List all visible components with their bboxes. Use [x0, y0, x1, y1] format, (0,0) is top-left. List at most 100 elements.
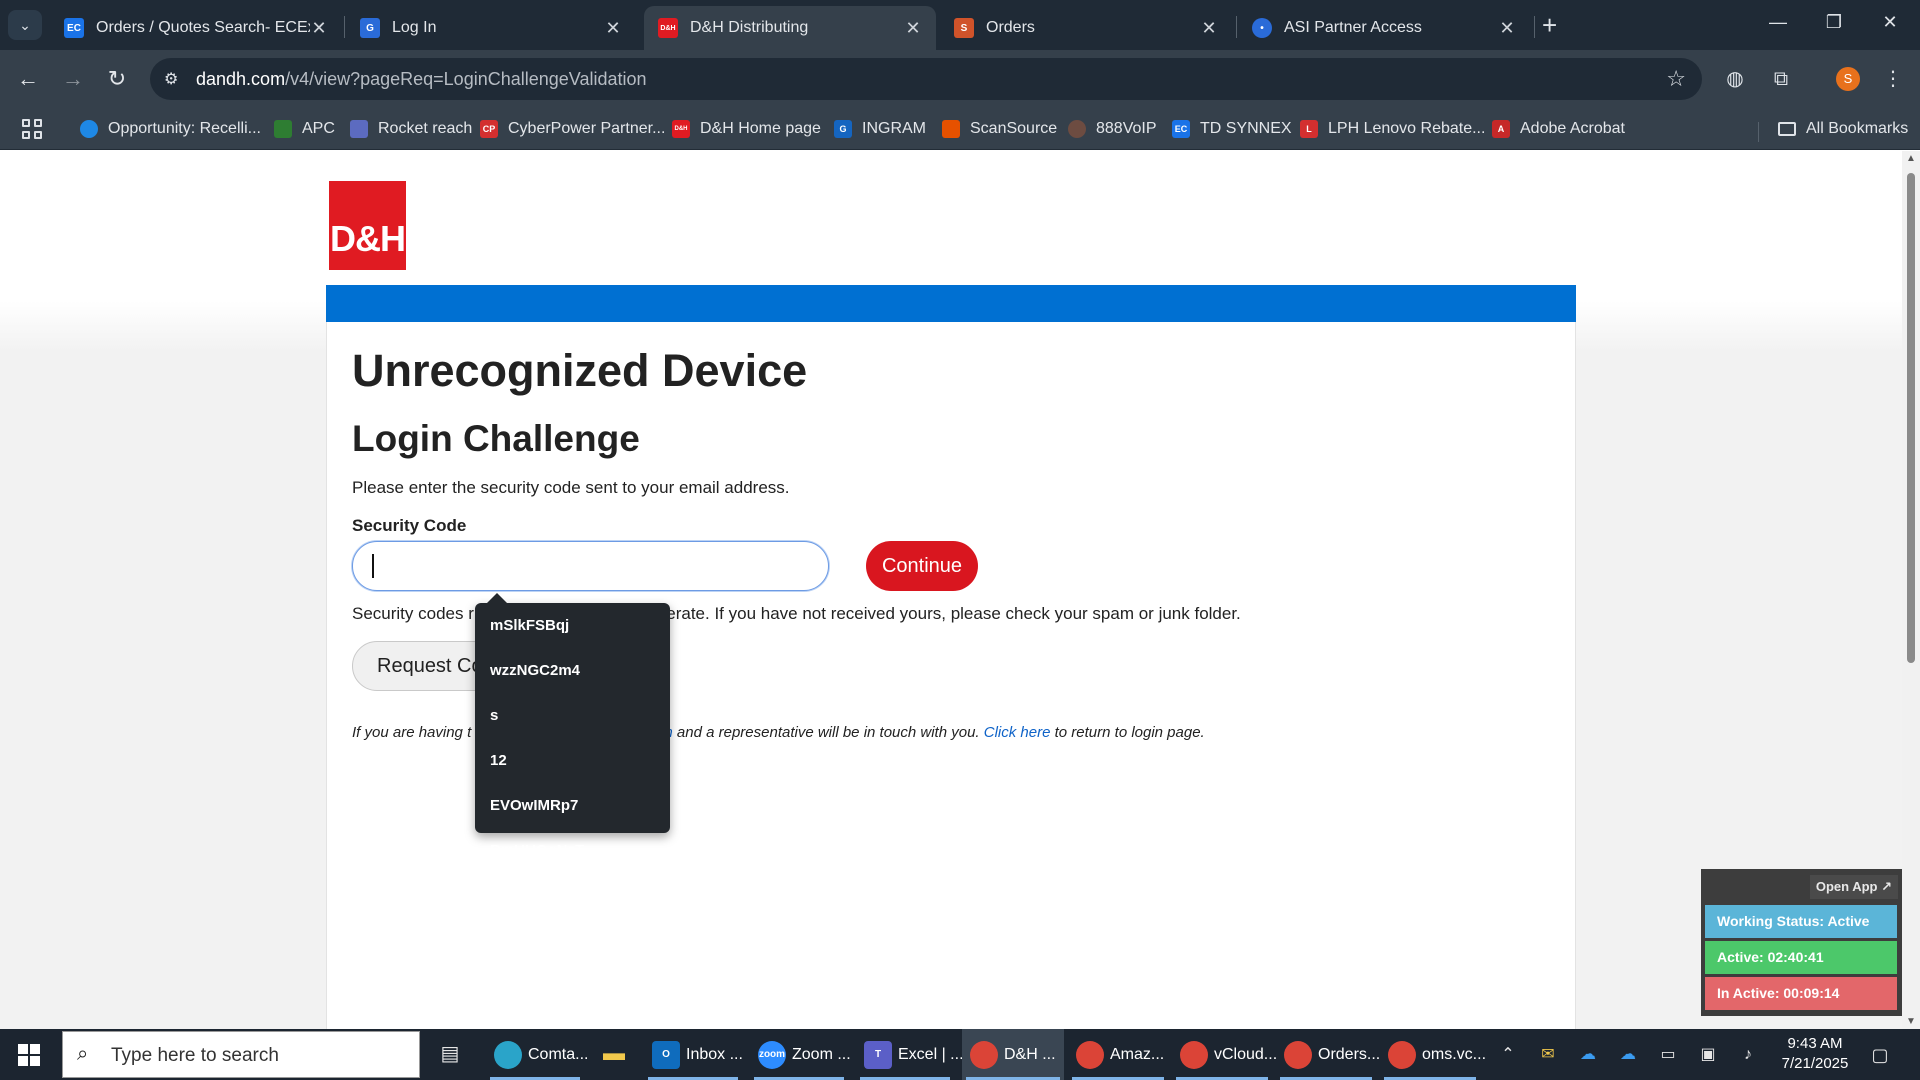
bookmark-td-synnex[interactable]: EC TD SYNNEX	[1172, 118, 1292, 140]
close-icon[interactable]: ✕	[1200, 18, 1218, 39]
tab-favicon: S	[954, 18, 974, 38]
taskbar-app-amazon[interactable]: Amaz...	[1068, 1029, 1168, 1080]
taskbar-app-comta[interactable]: Comta...	[486, 1029, 588, 1080]
taskbar-app-zoom[interactable]: zoom Zoom ...	[750, 1029, 851, 1080]
forward-arrow-icon[interactable]: →	[58, 64, 88, 94]
dh-icon: D&H	[672, 120, 690, 138]
taskbar-app-label: Amaz...	[1110, 1045, 1165, 1063]
cyberpower-icon: CP	[480, 120, 498, 138]
bookmark-lph-lenovo[interactable]: L LPH Lenovo Rebate...	[1300, 118, 1485, 140]
ingram-icon: G	[834, 120, 852, 138]
tab-orders-quotes[interactable]: EC Orders / Quotes Search- ECExp ✕	[50, 6, 342, 50]
taskbar-app-orders[interactable]: Orders...	[1276, 1029, 1380, 1080]
bookmark-ingram[interactable]: G INGRAM	[834, 118, 926, 140]
bookmark-dh-home[interactable]: D&H D&H Home page	[672, 118, 821, 140]
bookmark-star-icon[interactable]: ☆	[1666, 66, 1686, 92]
taskbar-app-dh[interactable]: D&H ...	[962, 1029, 1064, 1080]
close-icon[interactable]: ✕	[604, 18, 622, 39]
chevron-up-icon[interactable]: ⌃	[1496, 1043, 1520, 1067]
tab-separator	[1534, 16, 1535, 38]
taskbar-app-vcloud[interactable]: vCloud...	[1172, 1029, 1277, 1080]
bookmark-888voip[interactable]: 888VoIP	[1068, 118, 1157, 140]
scroll-up-arrow-icon[interactable]: ▲	[1906, 153, 1916, 164]
help-middle: and a representative will be in touch wi…	[672, 724, 984, 741]
voip-icon	[1068, 120, 1086, 138]
autocomplete-option[interactable]: 12	[475, 746, 670, 791]
all-bookmarks[interactable]: All Bookmarks	[1778, 118, 1908, 140]
scansource-icon	[942, 120, 960, 138]
clock-time: 9:43 AM	[1787, 1035, 1843, 1052]
notification-center-icon[interactable]: ▢	[1868, 1043, 1892, 1067]
scroll-down-arrow-icon[interactable]: ▼	[1906, 1016, 1916, 1027]
minimize-icon[interactable]: —	[1758, 12, 1798, 33]
taskbar-app-label: Zoom ...	[792, 1045, 851, 1063]
mail-icon[interactable]: ✉	[1536, 1043, 1560, 1067]
bookmark-scansource[interactable]: ScanSource	[942, 118, 1057, 140]
close-icon[interactable]: ✕	[1498, 18, 1516, 39]
taskbar-app-label: Orders...	[1318, 1045, 1381, 1063]
help-prefix: If you are having t	[352, 724, 472, 741]
taskbar-clock[interactable]: 9:43 AM 7/21/2025	[1770, 1034, 1860, 1074]
bookmark-opportunity[interactable]: Opportunity: Recelli...	[80, 118, 261, 140]
bookmark-rocket-reach[interactable]: Rocket reach	[350, 118, 472, 140]
bookmark-cyberpower[interactable]: CP CyberPower Partner...	[480, 118, 665, 140]
globe-icon[interactable]: ◍	[1722, 66, 1748, 92]
time-tracker-widget: Open App ↗ Working Status: Active Active…	[1701, 869, 1902, 1016]
tab-separator	[1236, 16, 1237, 38]
taskbar-search[interactable]: ⌕ Type here to search	[62, 1031, 420, 1078]
chrome-icon	[1284, 1040, 1312, 1069]
tab-asi-partner-access[interactable]: • ASI Partner Access ✕	[1238, 6, 1530, 50]
page-scrollbar[interactable]: ▲ ▼	[1902, 151, 1920, 1029]
tab-dh-distributing[interactable]: D&H D&H Distributing ✕	[644, 6, 936, 50]
security-code-input[interactable]	[352, 541, 829, 591]
tab-favicon: G	[360, 18, 380, 38]
close-icon[interactable]: ✕	[310, 18, 328, 39]
tab-search-button[interactable]: ⌄	[8, 10, 42, 40]
volume-icon[interactable]: ♪	[1736, 1043, 1760, 1067]
taskbar-app-label: Excel | ...	[898, 1045, 964, 1063]
address-bar[interactable]: ⚙ dandh.com/v4/view?pageReq=LoginChallen…	[150, 58, 1702, 100]
taskbar-app-label: vCloud...	[1214, 1045, 1278, 1063]
close-icon[interactable]: ✕	[904, 18, 922, 39]
apps-grid-icon[interactable]	[20, 117, 44, 141]
battery-icon[interactable]: ▭	[1656, 1043, 1680, 1067]
dh-logo[interactable]: D&H	[329, 181, 406, 270]
window-close-icon[interactable]: ✕	[1870, 12, 1910, 33]
file-explorer-icon[interactable]: ▬	[602, 1041, 626, 1065]
bookmark-apc[interactable]: APC	[274, 118, 335, 140]
site-info-icon[interactable]: ⚙	[164, 69, 184, 89]
clock-date: 7/21/2025	[1781, 1055, 1849, 1072]
chrome-icon	[1388, 1040, 1416, 1069]
reload-icon[interactable]: ↻	[102, 64, 132, 94]
continue-button[interactable]: Continue	[866, 541, 978, 591]
menu-dots-icon[interactable]: ⋮	[1880, 66, 1906, 92]
open-app-button[interactable]: Open App ↗	[1809, 875, 1898, 899]
profile-avatar[interactable]: S	[1836, 67, 1860, 91]
onedrive-business-icon[interactable]: ☁	[1616, 1043, 1640, 1067]
autocomplete-option[interactable]: wzzNGC2m4	[475, 656, 670, 701]
tab-orders[interactable]: S Orders ✕	[940, 6, 1232, 50]
autocomplete-option[interactable]: mSlkFSBqj	[475, 611, 670, 656]
restore-icon[interactable]: ❐	[1814, 12, 1854, 33]
bookmark-label: INGRAM	[862, 120, 926, 137]
taskbar-app-oms[interactable]: oms.vc...	[1380, 1029, 1486, 1080]
new-tab-plus-icon[interactable]: +	[1542, 12, 1557, 38]
chrome-icon	[1180, 1040, 1208, 1069]
return-login-link[interactable]: Click here	[984, 724, 1051, 741]
bookmark-adobe-acrobat[interactable]: A Adobe Acrobat	[1492, 118, 1625, 140]
taskbar-app-inbox[interactable]: O Inbox ...	[644, 1029, 743, 1080]
windows-start-icon[interactable]	[18, 1044, 40, 1066]
onedrive-icon[interactable]: ☁	[1576, 1043, 1600, 1067]
tab-favicon: EC	[64, 18, 84, 38]
network-icon[interactable]: ▣	[1696, 1043, 1720, 1067]
autocomplete-option[interactable]: EVOwIMRp7	[475, 791, 670, 836]
scrollbar-thumb[interactable]	[1907, 173, 1915, 663]
autocomplete-option[interactable]: s	[475, 701, 670, 746]
tab-title: D&H Distributing	[690, 19, 809, 36]
autocomplete-option[interactable]: RmUUGgNzT	[475, 836, 670, 881]
task-view-icon[interactable]: ▤	[438, 1042, 462, 1066]
back-arrow-icon[interactable]: ←	[13, 64, 43, 94]
tab-log-in[interactable]: G Log In ✕	[346, 6, 636, 50]
extensions-icon[interactable]: ⧉	[1768, 66, 1794, 92]
taskbar-app-excel[interactable]: T Excel | ...	[856, 1029, 964, 1080]
